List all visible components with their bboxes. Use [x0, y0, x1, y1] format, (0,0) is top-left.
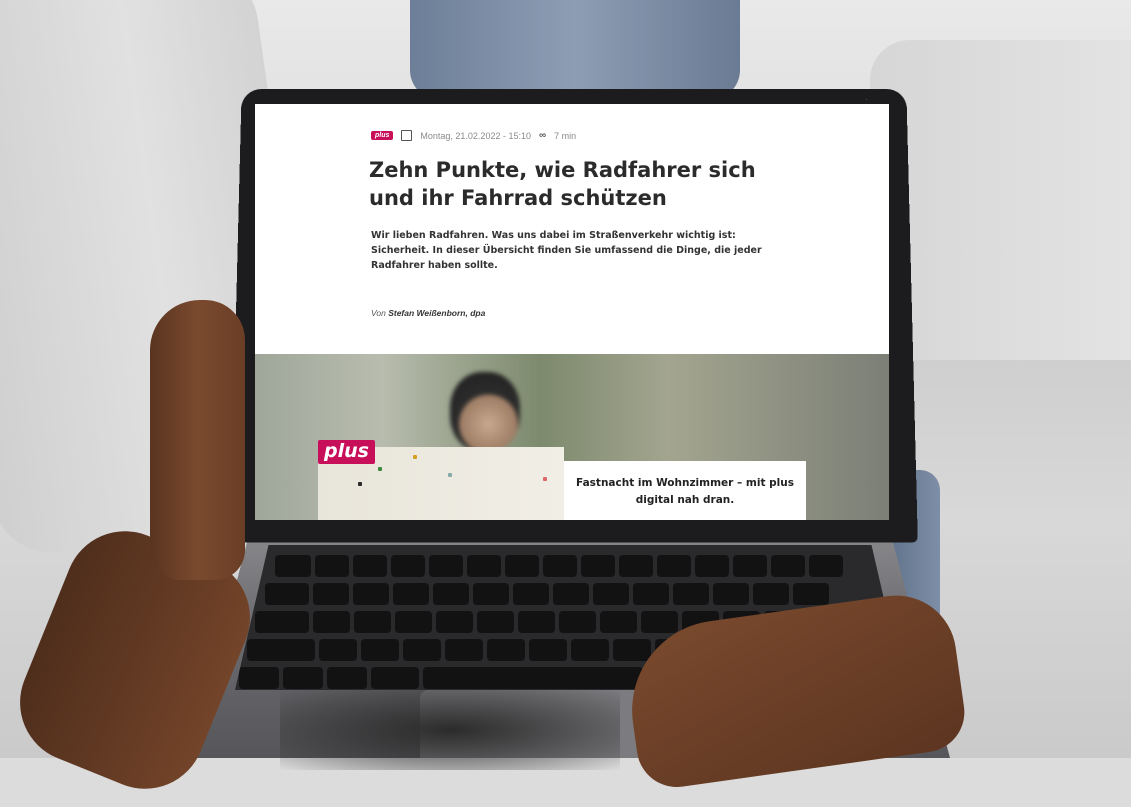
glasses-icon: ∞	[538, 130, 547, 141]
hero-person	[450, 372, 520, 452]
promo-card[interactable]: Fastnacht im Wohnzimmer – mit plus digit…	[564, 461, 806, 520]
promo-plus-badge: plus	[318, 440, 375, 464]
byline-prefix: Von	[371, 308, 386, 318]
promo-text[interactable]: Fastnacht im Wohnzimmer – mit plus digit…	[564, 475, 806, 509]
left-hand	[150, 300, 245, 580]
calendar-icon	[401, 130, 413, 141]
plus-badge: plus	[371, 131, 394, 140]
article-meta: plus Montag, 21.02.2022 - 15:10 ∞ 7 min	[371, 130, 576, 141]
article-teaser: Wir lieben Radfahren. Was uns dabei im S…	[371, 230, 762, 271]
article-byline: Von Stefan Weißenborn, dpa	[371, 308, 485, 318]
read-time: 7 min	[554, 130, 577, 141]
jeans-legs	[410, 0, 740, 100]
hero-image: plus Fastnacht im Wohnzimmer – mit plus …	[255, 354, 889, 520]
article-author: Stefan Weißenborn, dpa	[388, 308, 486, 318]
article-date: Montag, 21.02.2022 - 15:10	[420, 130, 531, 141]
laptop-screen: plus Montag, 21.02.2022 - 15:10 ∞ 7 min …	[255, 104, 889, 520]
shadow	[280, 690, 620, 770]
article-headline: Zehn Punkte, wie Radfahrer sich und ihr …	[369, 158, 756, 210]
